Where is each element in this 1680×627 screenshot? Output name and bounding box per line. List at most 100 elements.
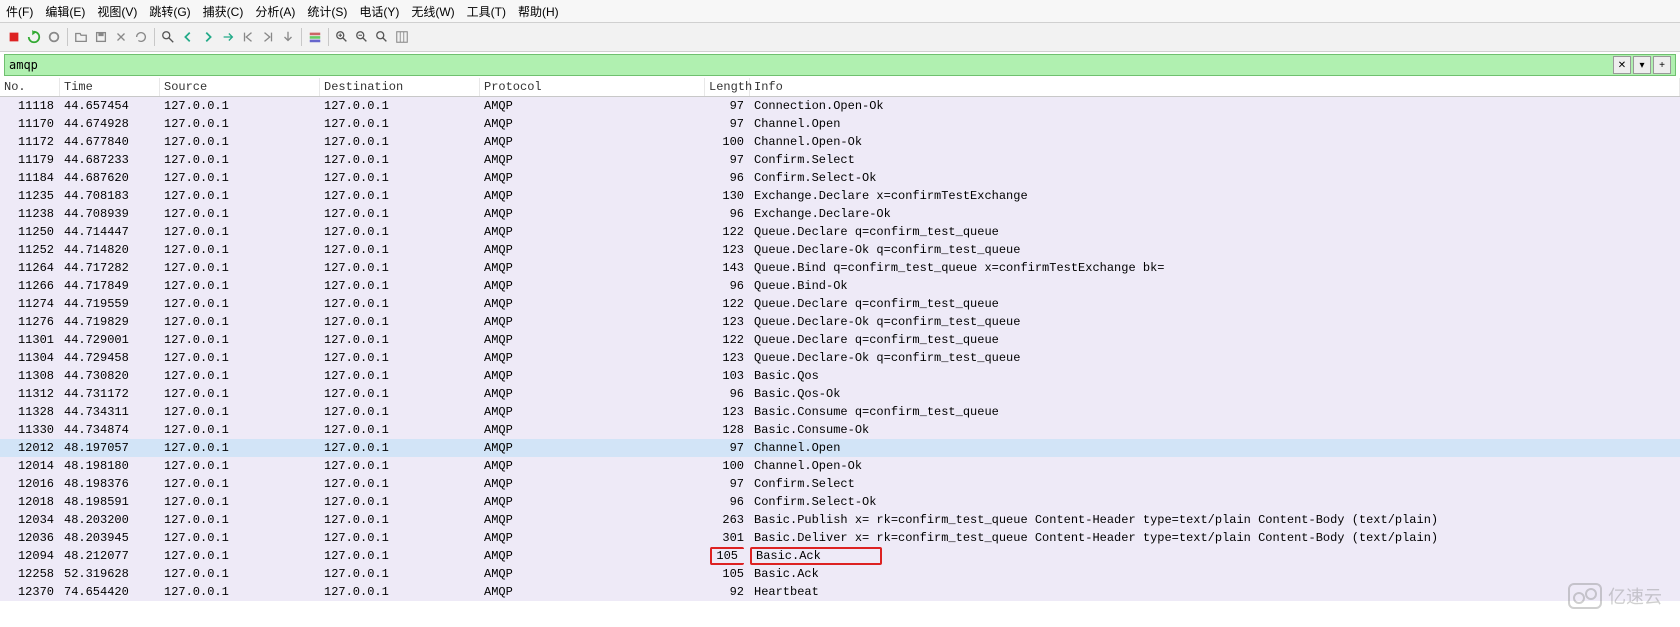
cell-length: 301 — [705, 531, 750, 545]
packet-row[interactable]: 1209448.212077127.0.0.1127.0.0.1AMQP105B… — [0, 547, 1680, 565]
cell-source: 127.0.0.1 — [160, 99, 320, 113]
autoscroll-icon[interactable] — [280, 29, 296, 45]
cell-destination: 127.0.0.1 — [320, 531, 480, 545]
find-packet-icon[interactable] — [160, 29, 176, 45]
cell-protocol: AMQP — [480, 189, 705, 203]
packet-row[interactable]: 1133044.734874127.0.0.1127.0.0.1AMQP128B… — [0, 421, 1680, 439]
colorize-icon[interactable] — [307, 29, 323, 45]
column-header-destination[interactable]: Destination — [320, 78, 480, 96]
go-forward-icon[interactable] — [200, 29, 216, 45]
cell-protocol: AMQP — [480, 423, 705, 437]
packet-row[interactable]: 1117244.677840127.0.0.1127.0.0.1AMQP100C… — [0, 133, 1680, 151]
cell-protocol: AMQP — [480, 333, 705, 347]
zoom-reset-icon[interactable] — [374, 29, 390, 45]
cell-length: 96 — [705, 207, 750, 221]
packet-row[interactable]: 1201248.197057127.0.0.1127.0.0.1AMQP97Ch… — [0, 439, 1680, 457]
menu-item[interactable]: 帮助(H) — [518, 3, 559, 20]
menu-item[interactable]: 统计(S) — [307, 3, 347, 20]
menu-item[interactable]: 视图(V) — [97, 3, 137, 20]
save-file-icon[interactable] — [93, 29, 109, 45]
packet-row[interactable]: 1123844.708939127.0.0.1127.0.0.1AMQP96Ex… — [0, 205, 1680, 223]
restart-capture-icon[interactable] — [26, 29, 42, 45]
packet-row[interactable]: 1201848.198591127.0.0.1127.0.0.1AMQP96Co… — [0, 493, 1680, 511]
packet-row[interactable]: 1123544.708183127.0.0.1127.0.0.1AMQP130E… — [0, 187, 1680, 205]
packet-row[interactable]: 1201448.198180127.0.0.1127.0.0.1AMQP100C… — [0, 457, 1680, 475]
capture-options-icon[interactable] — [46, 29, 62, 45]
close-file-icon[interactable] — [113, 29, 129, 45]
filter-history-button[interactable]: ▾ — [1633, 56, 1651, 74]
zoom-in-icon[interactable] — [334, 29, 350, 45]
packet-row[interactable]: 1201648.198376127.0.0.1127.0.0.1AMQP97Co… — [0, 475, 1680, 493]
column-header-no[interactable]: No. — [0, 78, 60, 96]
menu-item[interactable]: 电话(Y) — [359, 3, 399, 20]
packet-row[interactable]: 1130444.729458127.0.0.1127.0.0.1AMQP123Q… — [0, 349, 1680, 367]
menu-item[interactable]: 分析(A) — [255, 3, 295, 20]
menu-item[interactable]: 无线(W) — [411, 3, 454, 20]
cell-protocol: AMQP — [480, 315, 705, 329]
packet-row[interactable]: 1132844.734311127.0.0.1127.0.0.1AMQP123B… — [0, 403, 1680, 421]
cell-info: Queue.Declare-Ok q=confirm_test_queue — [750, 315, 1680, 329]
display-filter-bar[interactable]: amqp ✕▾+ — [4, 54, 1676, 76]
packet-row[interactable]: 1125244.714820127.0.0.1127.0.0.1AMQP123Q… — [0, 241, 1680, 259]
menu-item[interactable]: 跳转(G) — [149, 3, 190, 20]
cell-info: Basic.Publish x= rk=confirm_test_queue C… — [750, 513, 1680, 527]
resize-columns-icon[interactable] — [394, 29, 410, 45]
packet-row[interactable]: 1117044.674928127.0.0.1127.0.0.1AMQP97Ch… — [0, 115, 1680, 133]
cell-protocol: AMQP — [480, 549, 705, 563]
packet-row[interactable]: 1117944.687233127.0.0.1127.0.0.1AMQP97Co… — [0, 151, 1680, 169]
cell-protocol: AMQP — [480, 387, 705, 401]
cell-no: 12018 — [0, 495, 60, 509]
cell-time: 44.731172 — [60, 387, 160, 401]
cell-time: 44.729001 — [60, 333, 160, 347]
packet-row[interactable]: 1127444.719559127.0.0.1127.0.0.1AMQP122Q… — [0, 295, 1680, 313]
watermark-text: 亿速云 — [1608, 583, 1662, 609]
column-header-protocol[interactable]: Protocol — [480, 78, 705, 96]
packet-row[interactable]: 1130144.729001127.0.0.1127.0.0.1AMQP122Q… — [0, 331, 1680, 349]
filter-clear-button[interactable]: ✕ — [1613, 56, 1631, 74]
packet-row[interactable]: 1127644.719829127.0.0.1127.0.0.1AMQP123Q… — [0, 313, 1680, 331]
display-filter-input[interactable]: amqp — [5, 58, 1613, 72]
column-header-info[interactable]: Info — [750, 78, 1680, 96]
packet-row[interactable]: 1111844.657454127.0.0.1127.0.0.1AMQP97Co… — [0, 97, 1680, 115]
cell-destination: 127.0.0.1 — [320, 387, 480, 401]
cell-no: 11304 — [0, 351, 60, 365]
packet-row[interactable]: 1126644.717849127.0.0.1127.0.0.1AMQP96Qu… — [0, 277, 1680, 295]
stop-capture-icon[interactable] — [6, 29, 22, 45]
cell-protocol: AMQP — [480, 153, 705, 167]
packet-row[interactable]: 1203648.203945127.0.0.1127.0.0.1AMQP301B… — [0, 529, 1680, 547]
menu-item[interactable]: 件(F) — [6, 3, 33, 20]
cell-source: 127.0.0.1 — [160, 531, 320, 545]
packet-row[interactable]: 1130844.730820127.0.0.1127.0.0.1AMQP103B… — [0, 367, 1680, 385]
packet-row[interactable]: 1118444.687620127.0.0.1127.0.0.1AMQP96Co… — [0, 169, 1680, 187]
reload-icon[interactable] — [133, 29, 149, 45]
packet-row[interactable]: 1225852.319628127.0.0.1127.0.0.1AMQP105B… — [0, 565, 1680, 583]
packet-row[interactable]: 1131244.731172127.0.0.1127.0.0.1AMQP96Ba… — [0, 385, 1680, 403]
packet-row[interactable]: 1126444.717282127.0.0.1127.0.0.1AMQP143Q… — [0, 259, 1680, 277]
cell-time: 48.198591 — [60, 495, 160, 509]
packet-row[interactable]: 1125044.714447127.0.0.1127.0.0.1AMQP122Q… — [0, 223, 1680, 241]
cell-no: 11252 — [0, 243, 60, 257]
column-header-time[interactable]: Time — [60, 78, 160, 96]
packet-row[interactable]: 1203448.203200127.0.0.1127.0.0.1AMQP263B… — [0, 511, 1680, 529]
filter-add-button[interactable]: + — [1653, 56, 1671, 74]
packet-row[interactable]: 1237074.654420127.0.0.1127.0.0.1AMQP92He… — [0, 583, 1680, 601]
column-header-source[interactable]: Source — [160, 78, 320, 96]
menu-item[interactable]: 工具(T) — [467, 3, 506, 20]
go-back-icon[interactable] — [180, 29, 196, 45]
go-last-icon[interactable] — [260, 29, 276, 45]
menu-item[interactable]: 捕获(C) — [203, 3, 244, 20]
go-to-packet-icon[interactable] — [220, 29, 236, 45]
column-header-length[interactable]: Length — [705, 78, 750, 96]
packet-list[interactable]: 1111844.657454127.0.0.1127.0.0.1AMQP97Co… — [0, 97, 1680, 601]
go-first-icon[interactable] — [240, 29, 256, 45]
menu-item[interactable]: 编辑(E) — [45, 3, 85, 20]
cell-no: 11172 — [0, 135, 60, 149]
cell-no: 11250 — [0, 225, 60, 239]
cell-info: Queue.Bind-Ok — [750, 279, 1680, 293]
cell-time: 44.729458 — [60, 351, 160, 365]
open-file-icon[interactable] — [73, 29, 89, 45]
cell-time: 44.657454 — [60, 99, 160, 113]
cell-source: 127.0.0.1 — [160, 441, 320, 455]
zoom-out-icon[interactable] — [354, 29, 370, 45]
cell-destination: 127.0.0.1 — [320, 585, 480, 599]
